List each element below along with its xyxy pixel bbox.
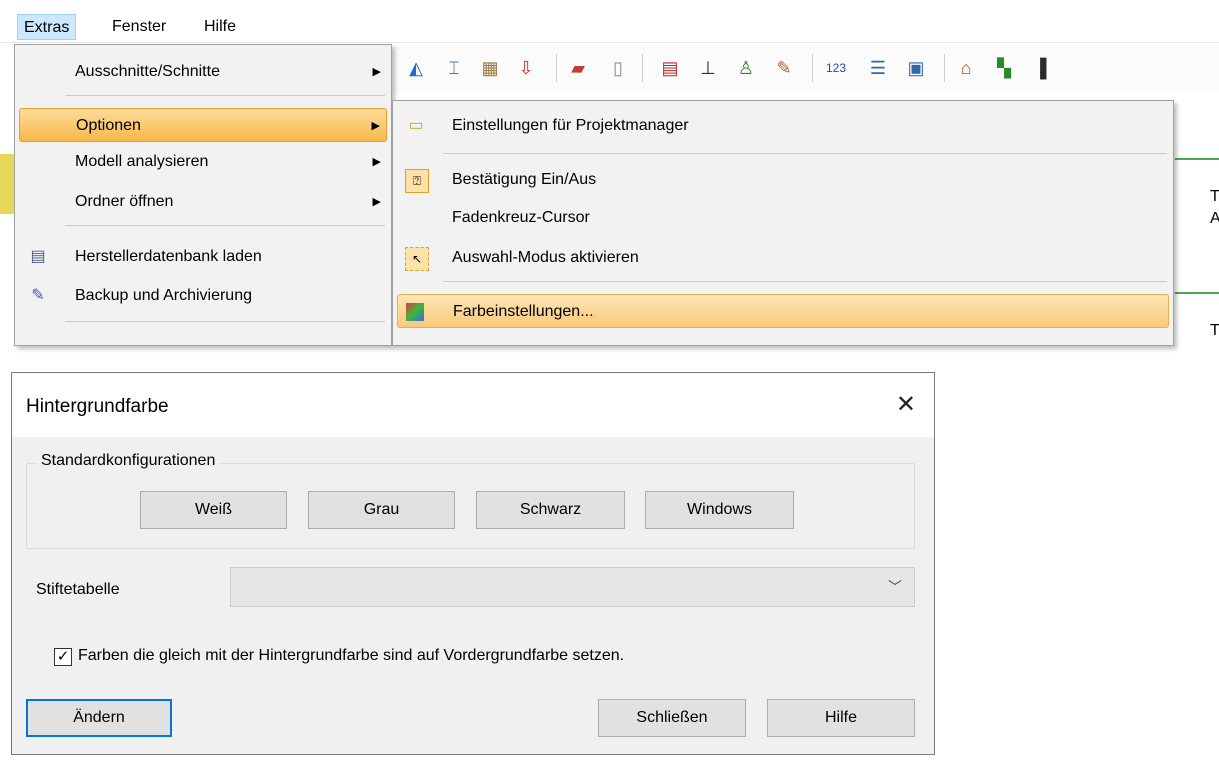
edit-icon[interactable]: ✎ [772, 56, 796, 80]
menu-separator [65, 321, 385, 322]
home-icon[interactable]: ⌂ [954, 56, 978, 80]
toolbar-separator [944, 54, 945, 82]
toolbar-separator [812, 54, 813, 82]
person-icon[interactable]: ♙ [734, 56, 758, 80]
table-icon[interactable]: ▤ [658, 56, 682, 80]
menu-separator [443, 281, 1167, 282]
menu-item-label: Farbeinstellungen... [453, 303, 594, 320]
background-text: A [1210, 210, 1219, 227]
chevron-down-icon: ﹀ [888, 579, 902, 595]
menu-item-herstellerdatenbank[interactable]: ▤ Herstellerdatenbank laden [19, 240, 387, 274]
backup-icon: ✎ [31, 287, 45, 304]
pen-table-label: Stiftetabelle [36, 581, 120, 598]
preset-gray-button[interactable]: Grau [308, 491, 455, 529]
folder-settings-icon: ▭ [408, 117, 424, 134]
menu-item-optionen[interactable]: Optionen ▶ [19, 108, 387, 142]
background-text: T [1210, 188, 1219, 205]
dialog-titlebar: Hintergrundfarbe ✕ [12, 373, 934, 437]
menu-item-auswahl-modus[interactable]: ↖ Auswahl-Modus aktivieren [397, 241, 1169, 275]
preset-windows-button[interactable]: Windows [645, 491, 794, 529]
background-color-dialog: Hintergrundfarbe ✕ Standardkonfiguration… [11, 372, 935, 755]
building-icon[interactable]: ▦ [478, 56, 502, 80]
extras-menu: Ausschnitte/Schnitte ▶ Optionen ▶ Modell… [14, 44, 392, 346]
menu-separator [443, 153, 1167, 154]
dimension-icon[interactable]: ⌶ [442, 56, 466, 80]
tree-icon[interactable]: ⊥ [696, 56, 720, 80]
submenu-arrow-icon: ▶ [371, 120, 380, 132]
yellow-panel [0, 154, 14, 214]
menu-item-backup[interactable]: ✎ Backup und Archivierung [19, 279, 387, 313]
color-settings-icon [406, 303, 424, 321]
marker-icon[interactable]: ⇩ [514, 56, 538, 80]
options-submenu: ▭ Einstellungen für Projektmanager ⍰ Bes… [392, 100, 1174, 346]
background-text: T [1210, 322, 1219, 339]
confirmation-icon: ⍰ [405, 169, 429, 193]
menu-item-label: Auswahl-Modus aktivieren [452, 249, 639, 266]
menu-item-label: Ordner öffnen [75, 193, 174, 210]
menubar: Extras Fenster Hilfe [0, 0, 1219, 43]
same-color-checkbox[interactable]: ✓ [54, 648, 72, 666]
numbering-icon[interactable]: 123 [824, 56, 848, 80]
close-icon[interactable]: ✕ [896, 390, 916, 419]
menu-item-label: Herstellerdatenbank laden [75, 248, 262, 265]
toolbar: ◭ ⌶ ▦ ⇩ ▰ ▯ ▤ ⊥ ♙ ✎ 123 ☰ ▣ ⌂ ▚ ▐ [390, 46, 1219, 92]
menu-hilfe[interactable]: Hilfe [198, 14, 242, 40]
menu-extras[interactable]: Extras [17, 14, 77, 40]
close-button[interactable]: Schließen [598, 699, 746, 737]
toolbar-separator [556, 54, 557, 82]
help-query-icon[interactable]: ◭ [404, 56, 428, 80]
menu-item-projektmanager-settings[interactable]: ▭ Einstellungen für Projektmanager [397, 109, 1169, 143]
menu-item-label: Modell analysieren [75, 153, 209, 170]
menu-item-label: Bestätigung Ein/Aus [452, 171, 597, 188]
preset-white-button[interactable]: Weiß [140, 491, 287, 529]
selection-mode-icon: ↖ [405, 247, 429, 271]
menu-item-modell-analysieren[interactable]: Modell analysieren ▶ [19, 145, 387, 179]
menu-item-label: Fadenkreuz-Cursor [452, 209, 590, 226]
help-button[interactable]: Hilfe [767, 699, 915, 737]
dialog-title: Hintergrundfarbe [26, 396, 169, 417]
menu-item-label: Optionen [76, 117, 141, 134]
menu-item-fadenkreuz[interactable]: Fadenkreuz-Cursor [397, 201, 1169, 235]
checkbox-label: Farben die gleich mit der Hintergrundfar… [78, 647, 625, 664]
menu-item-ordner-oeffnen[interactable]: Ordner öffnen ▶ [19, 185, 387, 219]
submenu-arrow-icon: ▶ [372, 156, 381, 168]
pen-table-select[interactable]: ﹀ [230, 567, 915, 607]
database-icon: ▤ [30, 248, 46, 265]
layout-icon[interactable]: ▚ [992, 56, 1016, 80]
text-box-icon[interactable]: ▣ [904, 56, 928, 80]
menu-item-ausschnitte[interactable]: Ausschnitte/Schnitte ▶ [19, 55, 387, 89]
green-line [1175, 292, 1219, 294]
submenu-arrow-icon: ▶ [372, 196, 381, 208]
menu-separator [65, 95, 385, 96]
toolbar-separator [642, 54, 643, 82]
green-line [1175, 158, 1219, 160]
menu-item-farbeinstellungen[interactable]: Farbeinstellungen... [397, 294, 1169, 328]
preset-black-button[interactable]: Schwarz [476, 491, 625, 529]
menu-item-bestaetigung[interactable]: ⍰ Bestätigung Ein/Aus [397, 163, 1169, 197]
change-button[interactable]: Ändern [26, 699, 172, 737]
menu-item-label: Ausschnitte/Schnitte [75, 63, 220, 80]
more-icon[interactable]: ▐ [1028, 56, 1052, 80]
layer-icon[interactable]: ▰ [566, 56, 590, 80]
submenu-arrow-icon: ▶ [372, 66, 381, 78]
group-label: Standardkonfigurationen [37, 452, 220, 470]
menu-item-label: Backup und Archivierung [75, 287, 252, 304]
text-field-icon[interactable]: ☰ [866, 56, 890, 80]
trash-icon[interactable]: ▯ [606, 56, 630, 80]
menu-item-label: Einstellungen für Projektmanager [452, 117, 689, 134]
menu-fenster[interactable]: Fenster [106, 14, 172, 40]
standard-config-group: Standardkonfigurationen Weiß Grau Schwar… [26, 452, 915, 549]
menu-separator [65, 225, 385, 226]
